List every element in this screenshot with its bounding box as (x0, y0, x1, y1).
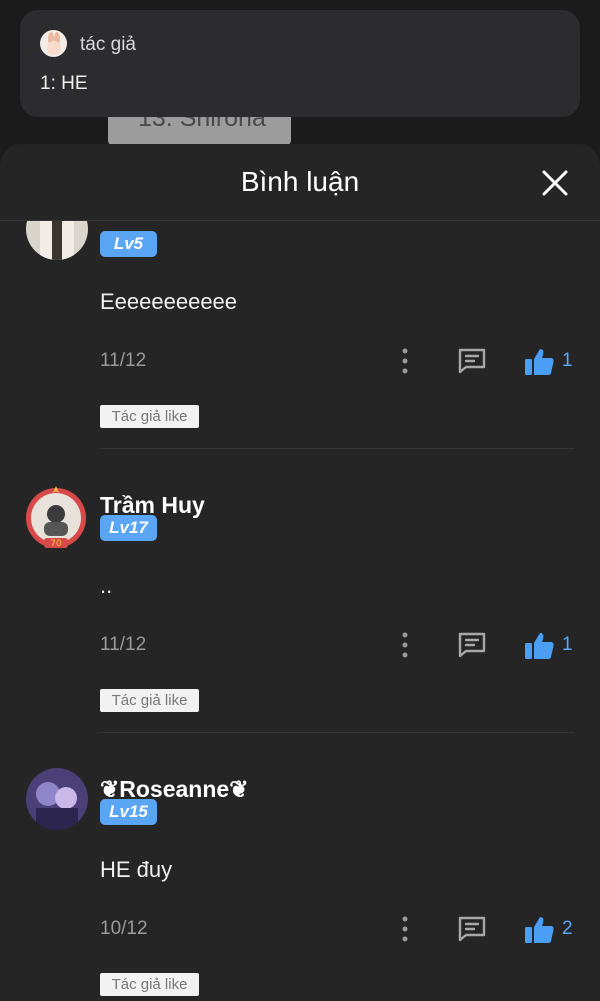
more-vertical-icon (402, 916, 408, 942)
author-liked-tag: Tác giả like (100, 405, 199, 428)
comment-item: ❦Roseanne❦ Lv15 HE đuy 10/12 2 Tác giả l… (0, 760, 600, 1001)
author-liked-tag: Tác giả like (100, 973, 199, 996)
comment-text: Eeeeeeeeeee (100, 289, 238, 314)
comment-date: 11/12 (100, 350, 147, 371)
like-count: 1 (562, 350, 573, 371)
level-badge: Lv5 (100, 231, 157, 257)
more-options-button[interactable] (396, 344, 414, 378)
comment-bubble-icon (458, 916, 486, 942)
author-avatar (40, 30, 67, 57)
comment-bubble-icon (458, 348, 486, 374)
like-button[interactable] (522, 914, 556, 946)
comment-date: 11/12 (100, 634, 147, 655)
like-count: 1 (562, 634, 573, 655)
avatar[interactable] (26, 768, 88, 830)
comment-text: HE đuy (100, 857, 173, 882)
user-photo-icon (26, 768, 88, 830)
divider (100, 448, 574, 449)
comment-item: 70 Trầm Huy Lv17 .. 11/12 1 Tác giả like (0, 476, 600, 760)
divider (100, 732, 574, 733)
bunny-avatar-icon (47, 32, 61, 55)
close-icon (542, 170, 568, 196)
more-vertical-icon (402, 632, 408, 658)
close-button[interactable] (536, 164, 574, 202)
comment-text: .. (100, 573, 113, 598)
framed-avatar-icon: 70 (26, 486, 86, 549)
more-options-button[interactable] (396, 912, 414, 946)
author-note-card: tác giả 1: HE (20, 10, 580, 117)
sheet-header: Bình luận (0, 144, 600, 221)
reply-button[interactable] (456, 346, 488, 376)
more-vertical-icon (402, 348, 408, 374)
comment-item: Lv5 Eeeeeeeeeee 11/12 1 Tác giả like (0, 192, 600, 476)
level-badge: Lv17 (100, 515, 157, 541)
comment-bubble-icon (458, 632, 486, 658)
author-note-text: 1: HE (40, 73, 88, 94)
like-button[interactable] (522, 346, 556, 378)
author-name: tác giả (80, 34, 136, 55)
sheet-title: Bình luận (240, 166, 360, 197)
like-button[interactable] (522, 630, 556, 662)
reply-button[interactable] (456, 914, 488, 944)
thumbs-up-icon (525, 349, 554, 375)
author-liked-tag: Tác giả like (100, 689, 199, 712)
more-options-button[interactable] (396, 628, 414, 662)
thumbs-up-icon (525, 917, 554, 943)
thumbs-up-icon (525, 633, 554, 659)
reply-button[interactable] (456, 630, 488, 660)
level-badge: Lv15 (100, 799, 157, 825)
comment-date: 10/12 (100, 918, 148, 939)
avatar[interactable]: 70 (22, 484, 90, 552)
like-count: 2 (562, 918, 573, 939)
comments-sheet: Bình luận Lv5 Eeeeeeeeeee 11/12 1 Tác gi… (0, 144, 600, 1001)
svg-text:70: 70 (50, 539, 62, 549)
